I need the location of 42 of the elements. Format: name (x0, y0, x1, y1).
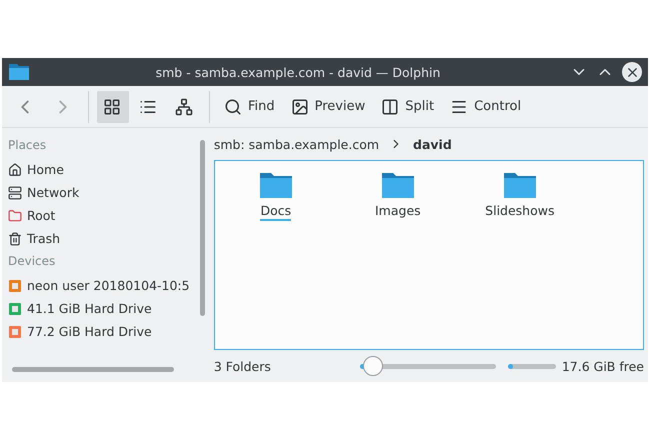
folder-icon (380, 171, 415, 199)
section-title: Places (8, 138, 48, 152)
split-icon (381, 98, 400, 116)
folder-icon (258, 171, 293, 199)
folder-count: 3 Folders (214, 358, 272, 374)
folder-name[interactable]: Images (374, 203, 421, 221)
view-mode-button[interactable] (97, 90, 129, 122)
sidebar-item[interactable]: 41.1 GiB Hard Drive (8, 297, 208, 320)
trash-icon (8, 232, 22, 246)
toolbar-button[interactable]: Find (218, 90, 281, 122)
home-icon (8, 162, 22, 176)
toolbar-button[interactable]: Control (444, 90, 528, 122)
image-icon (290, 98, 309, 116)
folder-name[interactable]: Docs (260, 203, 292, 221)
breadcrumb-item[interactable]: smb: samba.example.com (214, 136, 380, 152)
usb-drive-icon (8, 278, 22, 292)
free-space-text: 17.6 GiB free (562, 358, 644, 374)
sidebar-item[interactable]: neon user 20180104-10:5 (8, 274, 208, 297)
tree-view-icon (175, 98, 193, 116)
scrollbar[interactable] (12, 367, 174, 372)
zoom-slider-handle[interactable] (363, 356, 384, 376)
toolbar-button[interactable]: Preview (284, 90, 372, 122)
hard-drive-icon (8, 324, 22, 338)
sidebar-item[interactable]: Trash (8, 227, 208, 250)
icons-view-icon (103, 98, 121, 116)
server-icon (8, 186, 22, 200)
sidebar-item[interactable]: Network (8, 181, 208, 204)
toolbar-button[interactable]: Split (375, 90, 440, 122)
sidebar-item[interactable]: 77.2 GiB Hard Drive (8, 320, 208, 343)
search-icon (224, 98, 242, 116)
window-title: smb - samba.example.com - david — Dolphin (154, 64, 442, 80)
folder-icon (8, 63, 30, 81)
folder-name[interactable]: Slideshows (485, 203, 554, 221)
breadcrumb-item[interactable]: david (413, 136, 452, 152)
sidebar-item[interactable]: Root (8, 204, 208, 227)
folder-icon (502, 171, 537, 199)
section-title: Devices (8, 254, 56, 268)
close-button[interactable] (622, 62, 642, 82)
sidebar-item[interactable]: Home (8, 158, 208, 181)
hard-drive-icon (8, 302, 22, 316)
scrollbar[interactable] (200, 140, 205, 316)
folder-icon (8, 208, 22, 222)
